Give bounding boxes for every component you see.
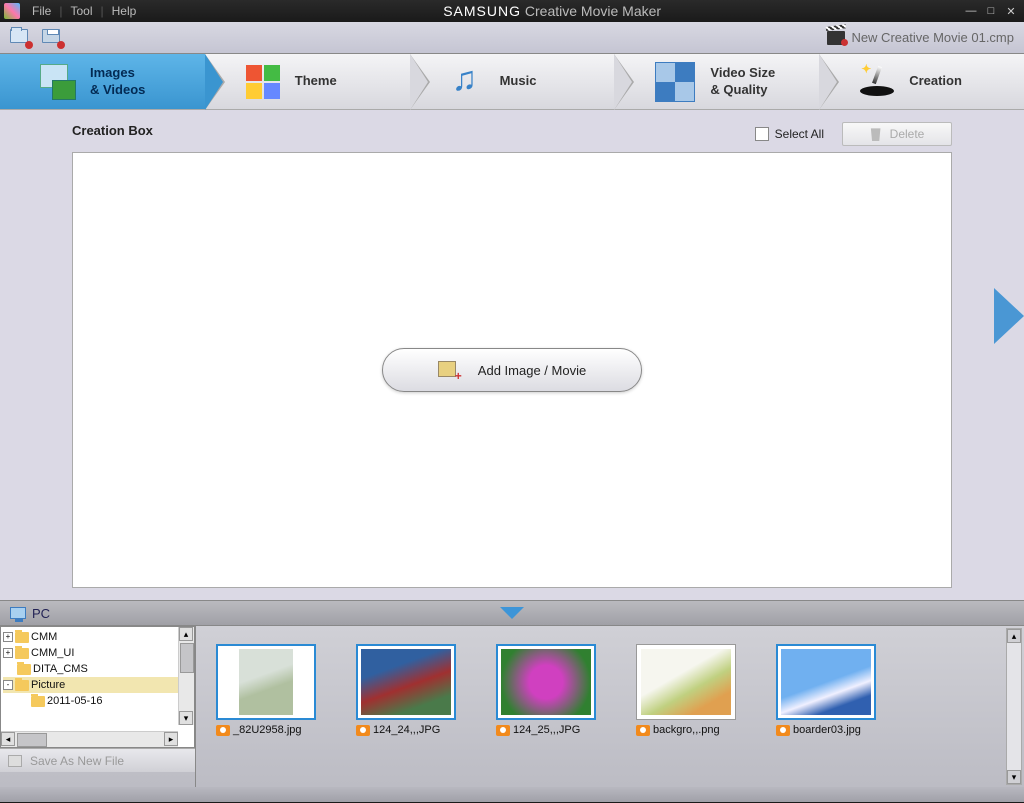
step-video-size[interactable]: Video Size & Quality bbox=[614, 54, 819, 109]
creation-icon bbox=[857, 62, 897, 102]
close-button[interactable]: ✕ bbox=[1002, 4, 1020, 18]
camera-icon bbox=[776, 725, 790, 736]
expand-icon[interactable]: + bbox=[3, 648, 13, 658]
title-bar: File | Tool | Help SAMSUNG Creative Movi… bbox=[0, 0, 1024, 22]
thumbnail-image bbox=[361, 649, 451, 715]
menu-tool[interactable]: Tool bbox=[64, 4, 98, 18]
thumbnail-item[interactable]: 124_24,,,JPG bbox=[356, 644, 456, 781]
camera-icon bbox=[496, 725, 510, 736]
workflow-steps: Images & Videos Theme Music Video Size &… bbox=[0, 54, 1024, 110]
camera-icon bbox=[636, 725, 650, 736]
section-title: Creation Box bbox=[72, 123, 153, 138]
collapse-browser-button[interactable] bbox=[500, 607, 524, 619]
save-as-new-file-button[interactable]: Save As New File bbox=[0, 748, 195, 772]
folder-icon bbox=[17, 664, 31, 675]
project-icon bbox=[827, 31, 845, 45]
app-icon bbox=[4, 3, 20, 19]
delete-button[interactable]: Delete bbox=[842, 122, 952, 146]
tree-vertical-scrollbar[interactable]: ▴▾ bbox=[178, 627, 194, 725]
thumbnails-scrollbar[interactable]: ▴▾ bbox=[1006, 628, 1022, 785]
trash-icon bbox=[870, 127, 882, 141]
tree-item-dita-cms[interactable]: DITA_CMS bbox=[3, 661, 192, 677]
add-media-icon bbox=[438, 361, 458, 379]
pc-icon bbox=[10, 607, 26, 619]
theme-icon bbox=[243, 62, 283, 102]
step-music[interactable]: Music bbox=[410, 54, 615, 109]
thumbnail-image bbox=[239, 649, 293, 715]
music-icon bbox=[448, 62, 488, 102]
expand-icon[interactable]: - bbox=[3, 680, 13, 690]
open-project-button[interactable] bbox=[10, 29, 30, 47]
file-browser: + CMM + CMM_UI DITA_CMS - Pictu bbox=[0, 626, 1024, 787]
project-name: New Creative Movie 01.cmp bbox=[851, 30, 1014, 45]
video-size-icon bbox=[655, 62, 695, 102]
thumbnail-grid: _82U2958.jpg 124_24,,,JPG 124_25,,,JPG b… bbox=[195, 626, 1024, 787]
creation-box[interactable]: Add Image / Movie bbox=[72, 152, 952, 588]
tree-item-date[interactable]: 2011-05-16 bbox=[3, 693, 192, 709]
step-label: Video Size & Quality bbox=[710, 65, 775, 99]
tree-item-cmm-ui[interactable]: + CMM_UI bbox=[3, 645, 192, 661]
step-label: Theme bbox=[295, 73, 337, 90]
folder-tree[interactable]: + CMM + CMM_UI DITA_CMS - Pictu bbox=[1, 627, 194, 747]
maximize-button[interactable]: □ bbox=[982, 4, 1000, 18]
folder-icon bbox=[31, 696, 45, 707]
images-videos-icon bbox=[38, 62, 78, 102]
disk-icon bbox=[8, 755, 22, 767]
step-label: Music bbox=[500, 73, 537, 90]
thumbnail-item[interactable]: backgro,,.png bbox=[636, 644, 736, 781]
step-images-videos[interactable]: Images & Videos bbox=[0, 54, 205, 109]
save-project-button[interactable] bbox=[42, 29, 62, 47]
tree-horizontal-scrollbar[interactable]: ◂▸ bbox=[1, 731, 178, 747]
select-all-control[interactable]: Select All bbox=[755, 127, 824, 141]
camera-icon bbox=[356, 725, 370, 736]
folder-icon bbox=[15, 680, 29, 691]
expand-icon[interactable]: + bbox=[3, 632, 13, 642]
thumbnail-image bbox=[641, 649, 731, 715]
status-bar bbox=[0, 787, 1024, 802]
camera-icon bbox=[216, 725, 230, 736]
step-label: Creation bbox=[909, 73, 962, 90]
tree-item-picture[interactable]: - Picture bbox=[3, 677, 192, 693]
pc-label: PC bbox=[32, 606, 50, 621]
menu-help[interactable]: Help bbox=[106, 4, 143, 18]
folder-icon bbox=[15, 632, 29, 643]
main-area: Creation Box Select All Delete Add Image… bbox=[0, 110, 1024, 600]
select-all-label: Select All bbox=[775, 127, 824, 141]
add-image-movie-button[interactable]: Add Image / Movie bbox=[382, 348, 642, 392]
step-creation[interactable]: Creation bbox=[819, 54, 1024, 109]
step-theme[interactable]: Theme bbox=[205, 54, 410, 109]
toolbar: New Creative Movie 01.cmp bbox=[0, 22, 1024, 54]
thumbnail-item[interactable]: boarder03.jpg bbox=[776, 644, 876, 781]
thumbnail-image bbox=[781, 649, 871, 715]
thumbnail-item[interactable]: _82U2958.jpg bbox=[216, 644, 316, 781]
browser-header: PC bbox=[0, 600, 1024, 626]
next-step-arrow[interactable] bbox=[994, 288, 1024, 344]
step-label: Images & Videos bbox=[90, 65, 145, 99]
tree-item-cmm[interactable]: + CMM bbox=[3, 629, 192, 645]
menu-file[interactable]: File bbox=[26, 4, 57, 18]
app-title: SAMSUNG Creative Movie Maker bbox=[142, 3, 962, 19]
thumbnail-item[interactable]: 124_25,,,JPG bbox=[496, 644, 596, 781]
folder-tree-panel: + CMM + CMM_UI DITA_CMS - Pictu bbox=[0, 626, 195, 748]
select-all-checkbox[interactable] bbox=[755, 127, 769, 141]
folder-icon bbox=[15, 648, 29, 659]
minimize-button[interactable]: — bbox=[962, 4, 980, 18]
thumbnail-image bbox=[501, 649, 591, 715]
